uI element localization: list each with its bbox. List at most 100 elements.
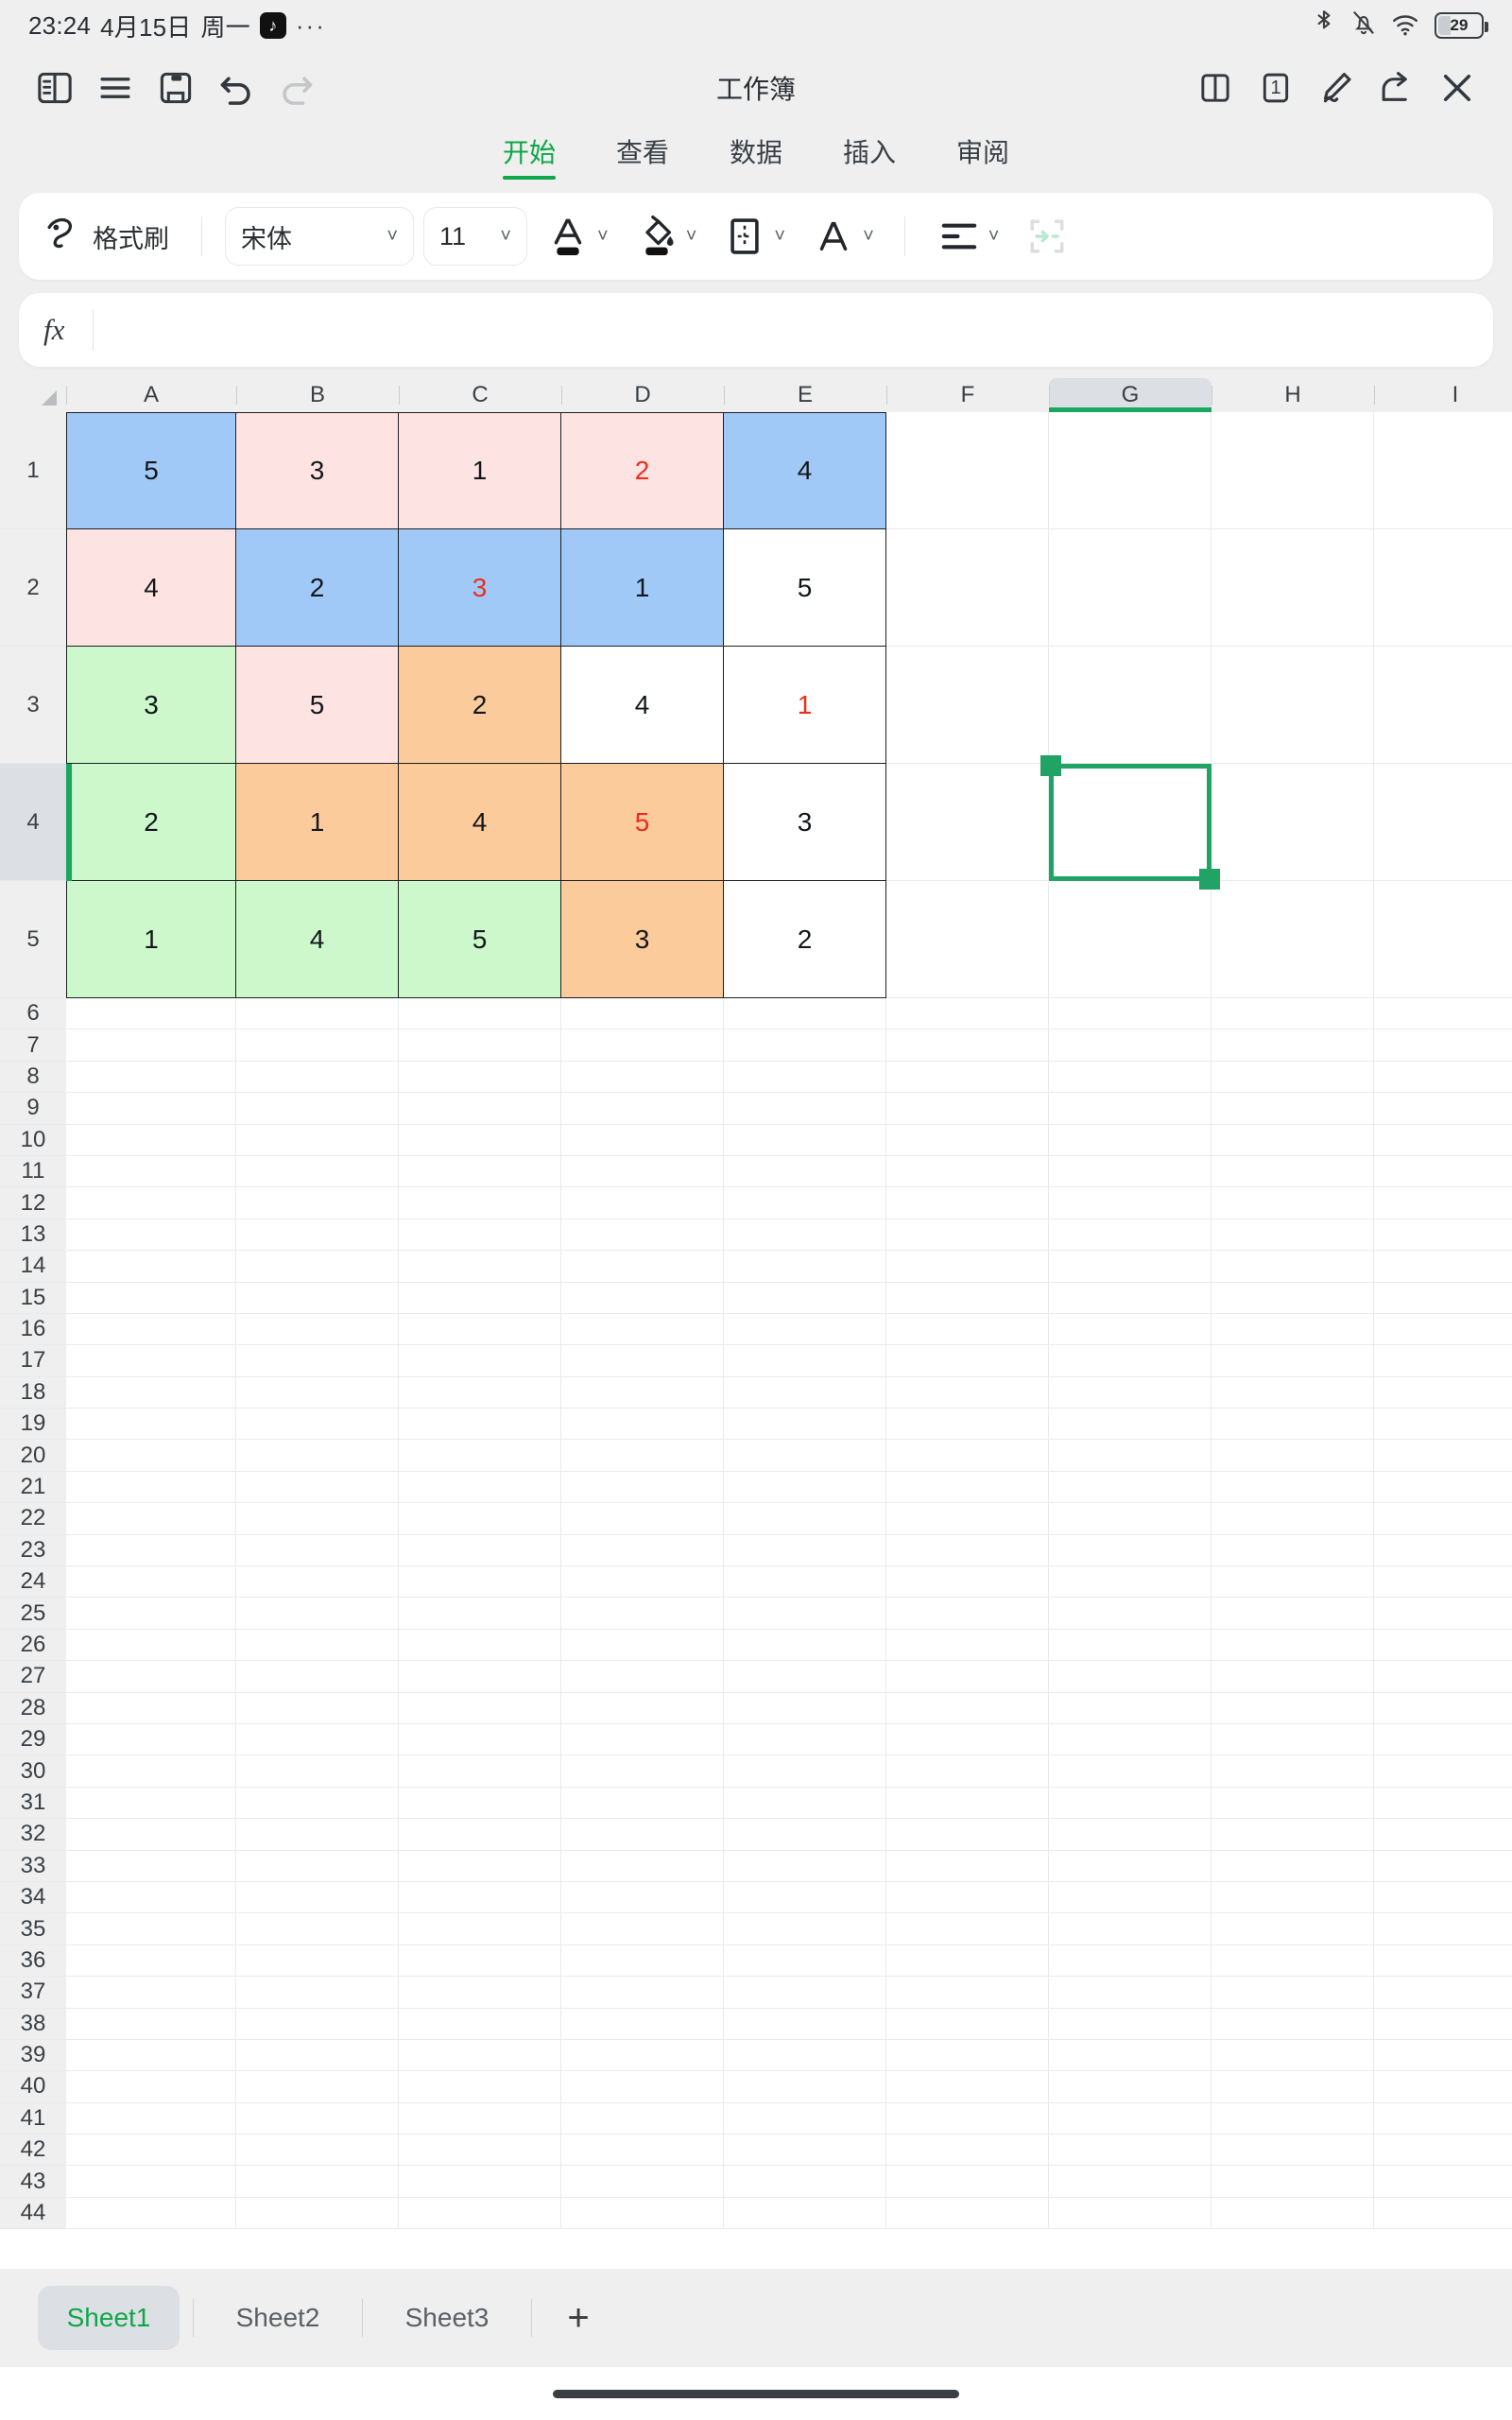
cell-H17[interactable] [1211, 1345, 1374, 1376]
cell-G26[interactable] [1049, 1630, 1211, 1661]
cell-I2[interactable] [1374, 529, 1512, 647]
cell-A28[interactable] [66, 1693, 236, 1724]
grid-row[interactable]: 27 [0, 1661, 1512, 1692]
cell-B20[interactable] [236, 1440, 399, 1471]
cell-F11[interactable] [886, 1156, 1049, 1187]
cell-C36[interactable] [399, 1945, 561, 1977]
cell-F16[interactable] [886, 1314, 1049, 1345]
split-view-icon[interactable] [1185, 58, 1246, 118]
cell-C35[interactable] [399, 1913, 561, 1945]
cell-A34[interactable] [66, 1882, 236, 1913]
cell-D5[interactable]: 3 [561, 881, 724, 998]
column-header-g[interactable]: G [1049, 378, 1211, 412]
row-header-21[interactable]: 21 [0, 1472, 66, 1503]
cell-E21[interactable] [724, 1472, 886, 1503]
row-header-37[interactable]: 37 [0, 1977, 66, 2008]
cell-C17[interactable] [399, 1345, 561, 1376]
cell-E6[interactable] [724, 998, 886, 1029]
cell-G21[interactable] [1049, 1472, 1211, 1503]
row-header-17[interactable]: 17 [0, 1345, 66, 1376]
cell-H9[interactable] [1211, 1093, 1374, 1124]
grid-row[interactable]: 10 [0, 1125, 1512, 1156]
grid-row[interactable]: 16 [0, 1314, 1512, 1345]
row-header-34[interactable]: 34 [0, 1882, 66, 1913]
grid-row[interactable]: 43 [0, 2166, 1512, 2197]
row-header-6[interactable]: 6 [0, 998, 66, 1029]
cell-D21[interactable] [561, 1472, 724, 1503]
cell-D40[interactable] [561, 2071, 724, 2102]
cell-I37[interactable] [1374, 1977, 1512, 2008]
cell-G36[interactable] [1049, 1945, 1211, 1977]
cell-G19[interactable] [1049, 1409, 1211, 1440]
cell-B40[interactable] [236, 2071, 399, 2102]
cell-F4[interactable] [886, 764, 1049, 881]
row-header-14[interactable]: 14 [0, 1251, 66, 1282]
cell-I23[interactable] [1374, 1535, 1512, 1566]
cell-C1[interactable]: 1 [399, 412, 561, 529]
cell-I15[interactable] [1374, 1283, 1512, 1314]
cell-I19[interactable] [1374, 1409, 1512, 1440]
cell-I22[interactable] [1374, 1503, 1512, 1534]
cell-C3[interactable]: 2 [399, 647, 561, 764]
cell-E29[interactable] [724, 1724, 886, 1755]
cell-C39[interactable] [399, 2040, 561, 2071]
cell-E31[interactable] [724, 1788, 886, 1819]
grid-row[interactable]: 20 [0, 1440, 1512, 1471]
cell-B16[interactable] [236, 1314, 399, 1345]
cell-D18[interactable] [561, 1377, 724, 1409]
cell-C10[interactable] [399, 1125, 561, 1156]
cell-B21[interactable] [236, 1472, 399, 1503]
cell-B29[interactable] [236, 1724, 399, 1755]
cell-I27[interactable] [1374, 1661, 1512, 1692]
grid-row[interactable]: 35 [0, 1913, 1512, 1945]
tab-insert[interactable]: 插入 [839, 129, 900, 180]
cell-H2[interactable] [1211, 529, 1374, 647]
cell-E4[interactable]: 3 [724, 764, 886, 881]
cell-E15[interactable] [724, 1283, 886, 1314]
cell-G14[interactable] [1049, 1251, 1211, 1282]
sidebar-toggle-icon[interactable] [25, 58, 85, 118]
row-header-4[interactable]: 4 [0, 764, 66, 881]
cell-G18[interactable] [1049, 1377, 1211, 1409]
grid-row[interactable]: 30 [0, 1755, 1512, 1787]
cell-E13[interactable] [724, 1219, 886, 1251]
cell-B14[interactable] [236, 1251, 399, 1282]
cell-F20[interactable] [886, 1440, 1049, 1471]
cell-D19[interactable] [561, 1409, 724, 1440]
cell-F29[interactable] [886, 1724, 1049, 1755]
cell-C38[interactable] [399, 2009, 561, 2040]
cell-I29[interactable] [1374, 1724, 1512, 1755]
grid-row[interactable]: 42 [0, 2135, 1512, 2166]
cell-H22[interactable] [1211, 1503, 1374, 1534]
cell-C40[interactable] [399, 2071, 561, 2102]
grid-row[interactable]: 8 [0, 1062, 1512, 1093]
cell-G1[interactable] [1049, 412, 1211, 529]
cell-F6[interactable] [886, 998, 1049, 1029]
cell-E38[interactable] [724, 2009, 886, 2040]
row-header-19[interactable]: 19 [0, 1409, 66, 1440]
cell-H13[interactable] [1211, 1219, 1374, 1251]
cell-C31[interactable] [399, 1788, 561, 1819]
merge-cells-button[interactable] [1016, 211, 1078, 262]
row-header-16[interactable]: 16 [0, 1314, 66, 1345]
cell-D7[interactable] [561, 1029, 724, 1061]
cell-C43[interactable] [399, 2166, 561, 2197]
row-header-3[interactable]: 3 [0, 647, 66, 764]
column-divider[interactable] [1374, 386, 1375, 405]
cell-D12[interactable] [561, 1187, 724, 1219]
grid-row[interactable]: 38 [0, 2009, 1512, 2040]
grid-row[interactable]: 13 [0, 1219, 1512, 1251]
cell-D33[interactable] [561, 1851, 724, 1882]
cell-E11[interactable] [724, 1156, 886, 1187]
row-header-41[interactable]: 41 [0, 2103, 66, 2135]
cell-H11[interactable] [1211, 1156, 1374, 1187]
cell-E22[interactable] [724, 1503, 886, 1534]
cell-I35[interactable] [1374, 1913, 1512, 1945]
row-header-32[interactable]: 32 [0, 1819, 66, 1850]
cell-E7[interactable] [724, 1029, 886, 1061]
cell-H41[interactable] [1211, 2103, 1374, 2135]
cell-B8[interactable] [236, 1062, 399, 1093]
cell-F21[interactable] [886, 1472, 1049, 1503]
cell-D42[interactable] [561, 2135, 724, 2166]
cell-A36[interactable] [66, 1945, 236, 1977]
